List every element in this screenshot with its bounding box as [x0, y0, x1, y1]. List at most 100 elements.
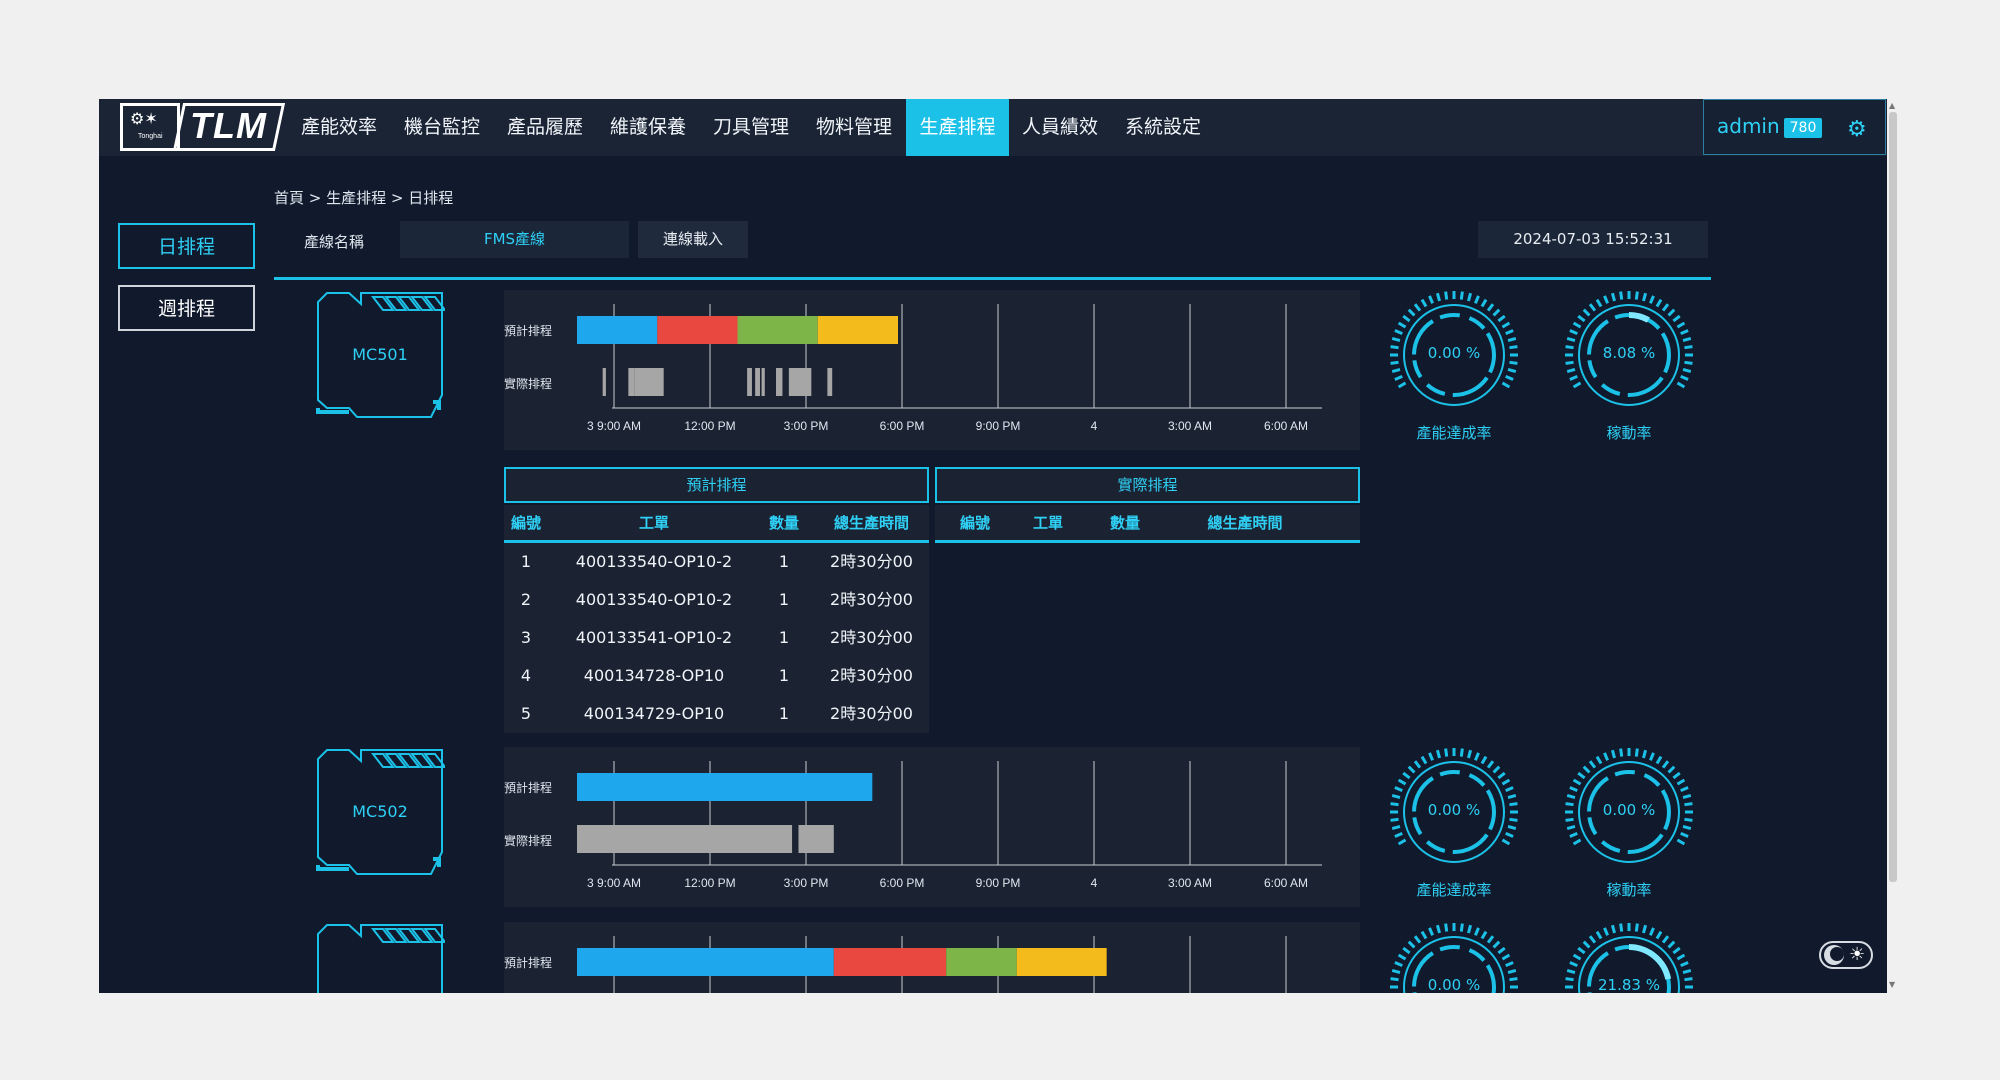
load-button[interactable]: 連線載入 [638, 221, 748, 258]
user-menu[interactable]: admin 780 ⚙ [1703, 99, 1886, 155]
gauge-tick [1505, 329, 1514, 335]
nav-item-machine-monitor[interactable]: 機台監控 [397, 99, 487, 156]
gauge-tick [1572, 838, 1582, 846]
gauge-tick [1507, 793, 1517, 799]
nav-item-tool-management[interactable]: 刀具管理 [706, 99, 796, 156]
machine-card[interactable] [315, 922, 445, 993]
cell-total-time: 2時30分00 [830, 552, 913, 571]
plan-bar [577, 773, 873, 801]
gauge-tick [1610, 924, 1616, 934]
plan-bar [946, 948, 1017, 976]
scroll-up-arrow[interactable]: ▲ [1889, 101, 1895, 110]
tlm-logo[interactable]: ⚙✶ Tonghai TLM [120, 103, 286, 153]
gauge-tick [1407, 308, 1416, 317]
header-divider [274, 277, 1711, 280]
gauge-tick [1397, 321, 1407, 329]
gauge-tick [1566, 968, 1576, 974]
capacity-label: 產能達成率 [1416, 881, 1492, 899]
gauge-tick [1474, 927, 1480, 936]
gauge-tick [1566, 336, 1576, 342]
gauge-tick [1680, 961, 1689, 967]
cell-qty: 1 [778, 552, 790, 571]
gauge-tick [1577, 314, 1586, 323]
gear-icon[interactable]: ⚙ [1847, 117, 1867, 142]
nav-item-production-schedule[interactable]: 生產排程 [906, 99, 1009, 156]
gauge-tick [1394, 375, 1403, 381]
time-tick-label: 4 [1091, 876, 1098, 890]
time-tick-label: 6:00 AM [1264, 876, 1308, 890]
actual-bar [747, 368, 752, 396]
plan-bar [577, 316, 658, 344]
gauge-tick [1459, 748, 1464, 757]
gauge-tick [1603, 752, 1609, 761]
gauge-tick [1595, 755, 1603, 765]
cell-qty: 1 [778, 704, 790, 723]
gauge-tick [1569, 961, 1578, 967]
gauge-tick [1588, 760, 1597, 769]
nav-item-capacity[interactable]: 產能效率 [294, 99, 384, 156]
gauge-tick [1667, 940, 1676, 949]
gauge-tick [1394, 786, 1403, 792]
gauge-tick [1444, 291, 1449, 300]
scrollbar-thumb[interactable] [1889, 112, 1897, 882]
machine-card[interactable]: MC501 [315, 290, 445, 420]
cell-qty: 1 [778, 628, 790, 647]
gauge-tick [1492, 940, 1501, 949]
gauge-tick [1391, 336, 1401, 342]
line-name-select[interactable]: FMS產線 [400, 221, 629, 258]
nav-item-product-history[interactable]: 產品履歷 [500, 99, 590, 156]
gauge-tick [1682, 368, 1692, 374]
gauge-tick [1610, 292, 1616, 302]
nav-item-settings[interactable]: 系統設定 [1118, 99, 1208, 156]
gauge-tick [1390, 360, 1399, 365]
gauge-tick [1572, 321, 1582, 329]
scroll-down-arrow[interactable]: ▼ [1889, 980, 1895, 989]
gauge-tick [1428, 295, 1434, 304]
cell-order: 400133540-OP10-2 [575, 590, 733, 609]
gauge-tick [1572, 953, 1582, 961]
table-row[interactable]: 1 400133540-OP10-2 1 2時30分00 [504, 543, 929, 581]
gauge-tick [1435, 749, 1441, 759]
actual-column-headers: 編號 工單 數量 總生產時間 [935, 505, 1360, 541]
gauge-tick [1566, 793, 1576, 799]
gauge-tick [1391, 825, 1401, 831]
actual-bar [798, 825, 834, 853]
tab-weekly-schedule[interactable]: 週排程 [118, 285, 255, 331]
tab-daily-schedule[interactable]: 日排程 [118, 223, 255, 269]
gauge-tick [1390, 817, 1399, 822]
gauge-tick [1397, 381, 1407, 389]
cell-qty: 1 [778, 666, 790, 685]
gauge-tick [1394, 329, 1403, 335]
theme-toggle[interactable]: ☀ [1819, 941, 1873, 969]
table-row[interactable]: 4 400134728-OP10 1 2時30分00 [504, 657, 929, 695]
nav-item-maintenance[interactable]: 維護保養 [603, 99, 693, 156]
gauge-tick [1444, 923, 1449, 932]
actual-row-label: 實際排程 [504, 376, 552, 391]
nav-item-material[interactable]: 物料管理 [809, 99, 899, 156]
plan-table-body: 1 400133540-OP10-2 1 2時30分00 2 400133540… [504, 543, 929, 733]
gauge-tick [1492, 308, 1501, 317]
cell-id: 2 [520, 590, 532, 609]
gauge-tick [1676, 381, 1686, 389]
col-header-order: 工單 [638, 514, 669, 532]
gauge-tick [1684, 360, 1693, 365]
plan-row-label: 預計排程 [504, 323, 552, 338]
time-tick-label: 3 9:00 AM [587, 876, 641, 890]
gauge-tick [1569, 329, 1578, 335]
gauge-tick [1661, 760, 1670, 769]
nav-item-personnel[interactable]: 人員績效 [1015, 99, 1105, 156]
table-row[interactable]: 5 400134729-OP10 1 2時30分00 [504, 695, 929, 733]
cell-id: 3 [520, 628, 532, 647]
gauge-tick [1682, 336, 1692, 342]
gauge-tick [1402, 946, 1411, 955]
plan-column-headers: 編號 工單 數量 總生產時間 [504, 505, 929, 541]
gauge-tick [1413, 760, 1422, 769]
gauge-tick [1634, 291, 1639, 300]
table-row[interactable]: 3 400133541-OP10-2 1 2時30分00 [504, 619, 929, 657]
utilization-label: 稼動率 [1606, 424, 1652, 442]
table-row[interactable]: 2 400133540-OP10-2 1 2時30分00 [504, 581, 929, 619]
gauge-tick [1642, 292, 1648, 302]
cell-order: 400134728-OP10 [583, 666, 725, 685]
machine-card[interactable]: MC502 [315, 747, 445, 877]
col-header-id: 編號 [959, 514, 990, 532]
